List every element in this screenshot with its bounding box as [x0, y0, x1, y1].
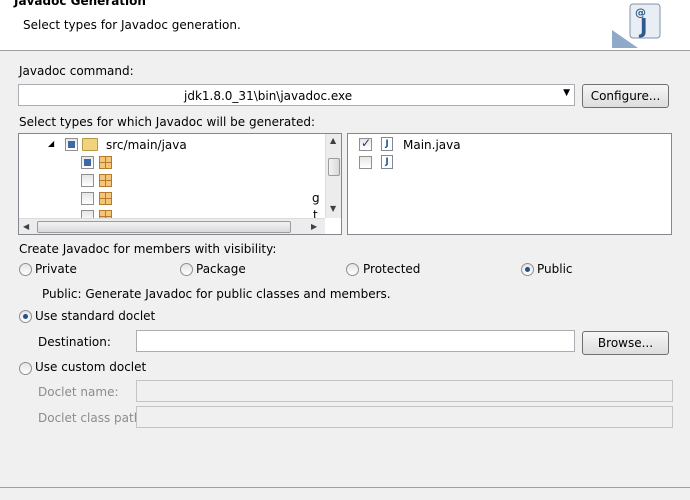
doclet-name-label: Doclet name:: [38, 385, 119, 399]
tree-expand-icon[interactable]: ◢: [48, 139, 54, 148]
scroll-down-icon[interactable]: ▼: [330, 204, 336, 213]
package-tree[interactable]: ◢ src/main/java g t ▲ ▼ ◀ ▶: [18, 133, 342, 235]
package-icon: [99, 192, 112, 205]
scroll-up-icon[interactable]: ▲: [330, 136, 336, 145]
visibility-package-radio[interactable]: [180, 263, 193, 276]
svg-text:J: J: [638, 14, 647, 38]
redacted-package-name: [117, 173, 312, 187]
tree-child-checkbox[interactable]: [81, 174, 94, 187]
type-label: Main.java: [403, 138, 461, 152]
browse-button[interactable]: Browse...: [582, 331, 669, 355]
destination-label: Destination:: [38, 335, 111, 349]
custom-doclet-radio[interactable]: [19, 362, 32, 375]
scrollbar-thumb[interactable]: [37, 221, 291, 233]
button-bar-separator: [0, 487, 690, 488]
package-icon: [99, 174, 112, 187]
type-checkbox[interactable]: [359, 136, 372, 151]
standard-doclet-radio[interactable]: [19, 310, 32, 323]
visibility-protected-radio[interactable]: [346, 263, 359, 276]
wizard-description: Select types for Javadoc generation.: [23, 18, 241, 32]
javadoc-command-combo[interactable]: jdk1.8.0_31\bin\javadoc.exe ▼: [18, 84, 575, 106]
scroll-right-icon[interactable]: ▶: [311, 222, 317, 231]
scroll-left-icon[interactable]: ◀: [23, 222, 29, 231]
configure-button[interactable]: Configure...: [582, 84, 669, 108]
visibility-private-label[interactable]: Private: [35, 262, 77, 276]
wizard-header: Javadoc Generation Select types for Java…: [0, 0, 690, 51]
visibility-protected-label[interactable]: Protected: [363, 262, 420, 276]
javadoc-command-label: Javadoc command:: [19, 64, 134, 78]
source-folder-icon: [82, 138, 98, 151]
package-icon: [99, 156, 112, 169]
tree-root-checkbox[interactable]: [65, 138, 78, 151]
javadoc-wizard-icon: @ J: [608, 0, 672, 48]
standard-doclet-label[interactable]: Use standard doclet: [35, 309, 155, 323]
java-file-icon: J: [381, 155, 393, 169]
tree-child-checkbox[interactable]: [81, 192, 94, 205]
visibility-description: Public: Generate Javadoc for public clas…: [42, 287, 391, 301]
type-checkbox[interactable]: [359, 156, 372, 169]
visibility-public-radio[interactable]: [521, 263, 534, 276]
doclet-name-input[interactable]: [136, 380, 673, 402]
tree-vertical-scrollbar[interactable]: ▲ ▼: [325, 134, 341, 218]
java-file-icon: J: [381, 137, 393, 151]
visibility-public-label[interactable]: Public: [537, 262, 573, 276]
tree-root-label: src/main/java: [106, 138, 187, 152]
types-label: Select types for which Javadoc will be g…: [19, 115, 315, 129]
doclet-class-path-input[interactable]: [136, 406, 673, 428]
visibility-label: Create Javadoc for members with visibili…: [19, 242, 277, 256]
tree-child-checkbox[interactable]: [81, 156, 94, 169]
redacted-package-name: [117, 191, 307, 205]
redacted-package-name: [117, 155, 312, 169]
doclet-class-path-label: Doclet class path:: [38, 411, 146, 425]
dropdown-arrow-icon[interactable]: ▼: [563, 88, 570, 98]
custom-doclet-label[interactable]: Use custom doclet: [35, 360, 146, 374]
tree-horizontal-scrollbar[interactable]: ◀ ▶: [19, 218, 325, 234]
visibility-private-radio[interactable]: [19, 263, 32, 276]
visibility-package-label[interactable]: Package: [196, 262, 246, 276]
destination-input[interactable]: [136, 330, 575, 352]
javadoc-command-value: jdk1.8.0_31\bin\javadoc.exe: [184, 89, 353, 103]
scrollbar-thumb[interactable]: [328, 158, 340, 176]
package-name-fragment: g: [312, 191, 320, 205]
wizard-title: Javadoc Generation: [14, 0, 146, 8]
redacted-type-name: [402, 155, 512, 169]
type-list[interactable]: J Main.java J: [347, 133, 672, 235]
